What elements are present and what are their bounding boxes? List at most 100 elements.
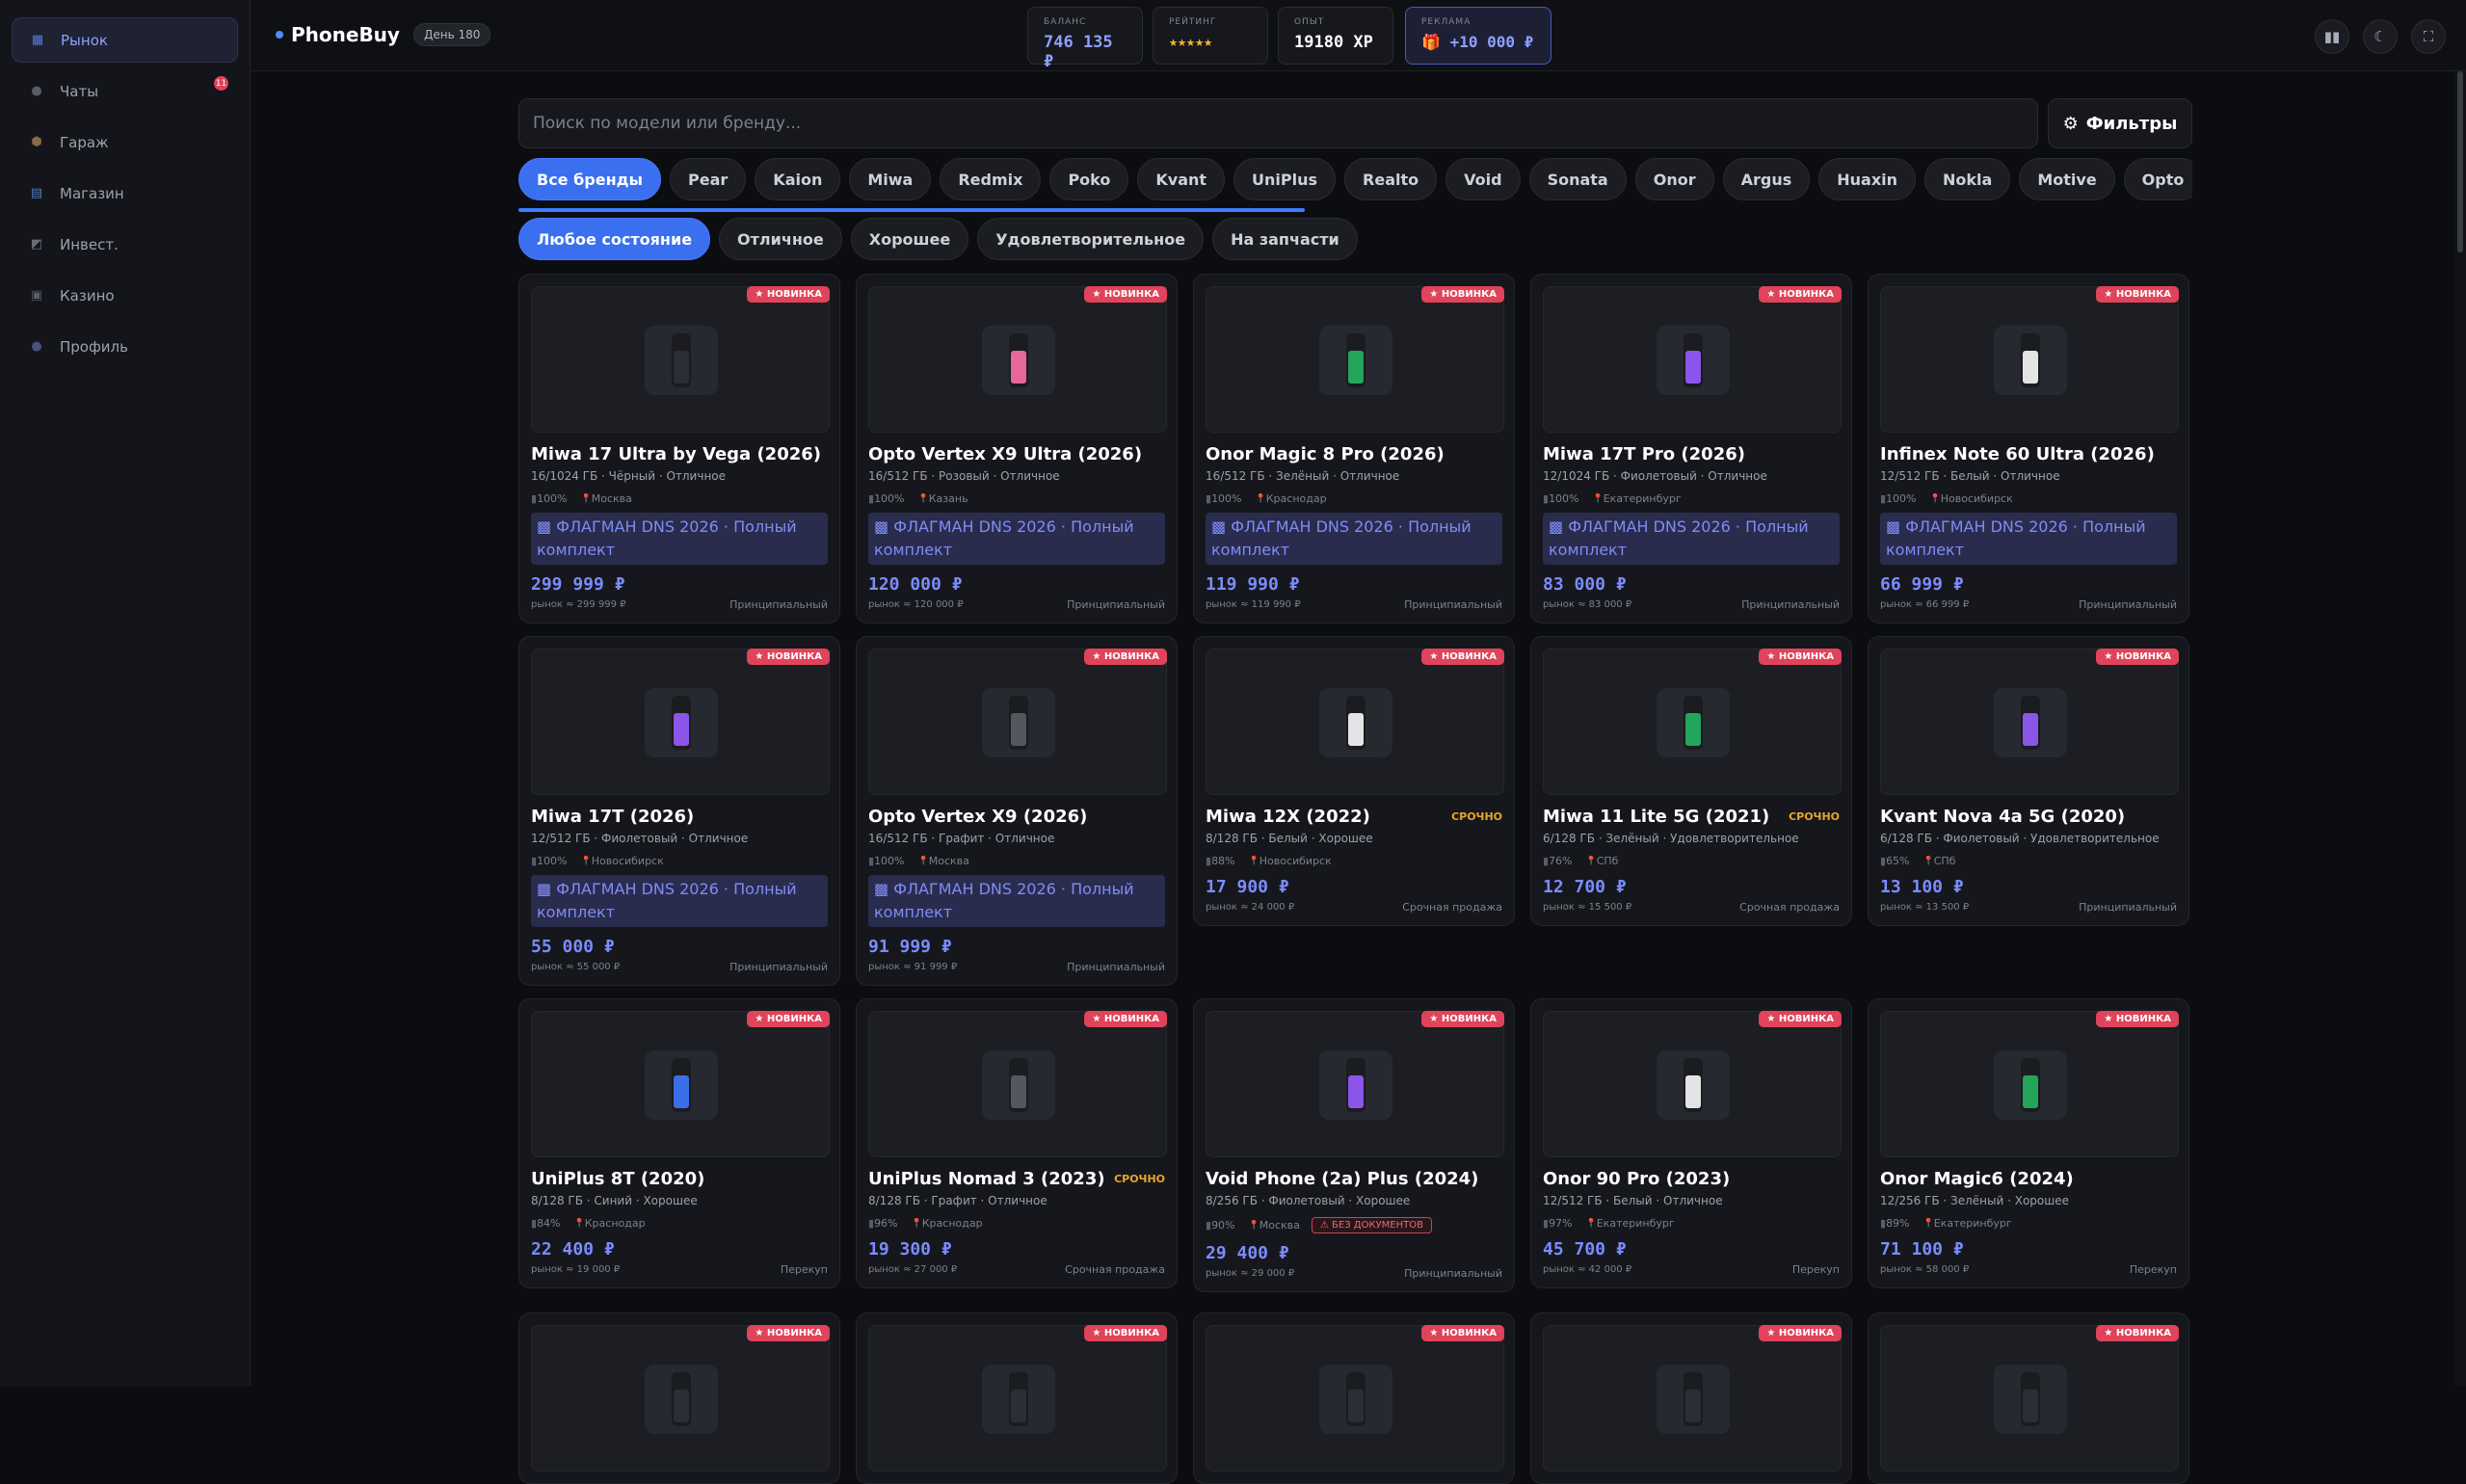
- battery-value: 100%: [537, 855, 568, 867]
- sidebar-item-3[interactable]: ▤ Магазин: [12, 171, 238, 216]
- sidebar-item-6[interactable]: ● Профиль: [12, 324, 238, 369]
- brand-chip-10[interactable]: Sonata: [1528, 158, 1627, 200]
- gift-icon: 🎁: [1421, 33, 1441, 51]
- listing-card[interactable]: ★ НОВИНКА Onor 90 Pro (2023) 12/512 ГБ · Б…: [1530, 998, 1852, 1288]
- listing-card[interactable]: ★ НОВИНКА Miwa 17 Ultra by Vega (2026) 16/…: [518, 274, 840, 623]
- brand-scroll-indicator[interactable]: [518, 208, 1305, 212]
- footer-row: рынок ≈ 299 999 ₽ Принципиальный: [531, 598, 828, 611]
- listing-card[interactable]: ★ НОВИНКА Opto Vertex X9 Ultra (2026) 16/5…: [856, 274, 1178, 623]
- listing-card[interactable]: ★ НОВИНКА: [1868, 1312, 2189, 1484]
- condition-chip-3[interactable]: Удовлетворительное: [977, 218, 1205, 260]
- listing-image[interactable]: ★ НОВИНКА: [531, 1011, 830, 1157]
- listing-image[interactable]: ★ НОВИНКА: [1880, 1325, 2179, 1471]
- condition-chip-0[interactable]: Любое состояние: [518, 218, 711, 260]
- stats-icon[interactable]: ▮▮: [2315, 19, 2349, 54]
- listing-card[interactable]: ★ НОВИНКА Miwa 11 Lite 5G (2021) СРОЧНО 6/1…: [1530, 636, 1852, 926]
- listing-image[interactable]: ★ НОВИНКА: [1206, 1325, 1504, 1471]
- condition-chip-1[interactable]: Отличное: [719, 218, 842, 260]
- listing-card[interactable]: ★ НОВИНКА: [1193, 1312, 1515, 1484]
- listing-image[interactable]: ★ НОВИНКА: [1543, 1325, 1842, 1471]
- listing-image[interactable]: ★ НОВИНКА: [868, 286, 1167, 433]
- search-input[interactable]: [518, 98, 2038, 148]
- fullscreen-icon[interactable]: ⛶: [2411, 19, 2446, 54]
- footer-row: рынок ≈ 55 000 ₽ Принципиальный: [531, 961, 828, 973]
- condition-chip-2[interactable]: Хорошее: [850, 218, 969, 260]
- listing-card[interactable]: ★ НОВИНКА Void Phone (2a) Plus (2024) 8/25…: [1193, 998, 1515, 1292]
- brand-chip-15[interactable]: Motive: [2019, 158, 2115, 200]
- theme-moon-icon[interactable]: ☾: [2363, 19, 2398, 54]
- brand-chip-12[interactable]: Argus: [1722, 158, 1811, 200]
- listing-image[interactable]: ★ НОВИНКА: [1880, 1011, 2179, 1157]
- sidebar-item-2[interactable]: ⬢ Гараж: [12, 119, 238, 165]
- brand-chip-13[interactable]: Huaxin: [1818, 158, 1917, 200]
- brand-chip-2[interactable]: Kaion: [755, 158, 841, 200]
- listing-specs: 6/128 ГБ · Зелёный · Удовлетворительное: [1543, 832, 1799, 845]
- listing-card[interactable]: ★ НОВИНКА UniPlus Nomad 3 (2023) СРОЧНО 8/1…: [856, 998, 1178, 1288]
- rating-stat[interactable]: РЕЙТИНГ ★★★★★: [1153, 7, 1268, 65]
- listing-card[interactable]: ★ НОВИНКА Miwa 17T Pro (2026) 12/1024 ГБ ·…: [1530, 274, 1852, 623]
- listing-specs: 8/128 ГБ · Графит · Отличное: [868, 1194, 1047, 1207]
- listing-image[interactable]: ★ НОВИНКА: [868, 1325, 1167, 1471]
- listing-card[interactable]: ★ НОВИНКА Miwa 12X (2022) СРОЧНО 8/128 ГБ ·…: [1193, 636, 1515, 926]
- listing-image[interactable]: ★ НОВИНКА: [1543, 1011, 1842, 1157]
- market-price: рынок ≈ 120 000 ₽: [868, 599, 964, 610]
- listing-image[interactable]: ★ НОВИНКА: [1880, 649, 2179, 795]
- xp-stat[interactable]: ОПЫТ 19180 XP: [1278, 7, 1393, 65]
- sidebar-item-5[interactable]: ▣ Казино: [12, 273, 238, 318]
- brand-chip-11[interactable]: Onor: [1634, 158, 1714, 200]
- brand-chip-1[interactable]: Pear: [670, 158, 747, 200]
- brand-chip-3[interactable]: Miwa: [849, 158, 932, 200]
- brand-chip-8[interactable]: Realto: [1344, 158, 1438, 200]
- logo[interactable]: PhoneBuy День 180: [276, 23, 491, 46]
- filters-button[interactable]: ⚙ Фильтры: [2048, 98, 2192, 148]
- balance-stat[interactable]: БАЛАНС 746 135 ₽: [1027, 7, 1143, 71]
- listing-image[interactable]: ★ НОВИНКА: [868, 1011, 1167, 1157]
- page-scrollbar[interactable]: [2454, 71, 2466, 1387]
- listing-card[interactable]: ★ НОВИНКА Miwa 17T (2026) 12/512 ГБ · Фиол…: [518, 636, 840, 986]
- brand-chip-4[interactable]: Redmix: [940, 158, 1042, 200]
- listing-card[interactable]: ★ НОВИНКА Infinex Note 60 Ultra (2026) 12/…: [1868, 274, 2189, 623]
- listing-image[interactable]: ★ НОВИНКА: [1206, 286, 1504, 433]
- title-row: UniPlus 8T (2020): [531, 1169, 828, 1189]
- condition-chip-4[interactable]: На запчасти: [1212, 218, 1358, 260]
- listing-meta: ▮ 89% 📍 Екатеринбург: [1880, 1217, 2177, 1230]
- battery-value: 100%: [1549, 492, 1579, 505]
- listing-specs: 8/128 ГБ · Синий · Хорошее: [531, 1194, 698, 1207]
- sidebar-item-1[interactable]: ● Чаты 11: [12, 68, 238, 114]
- listing-price: 55 000 ₽: [531, 937, 615, 957]
- listing-image[interactable]: ★ НОВИНКА: [1543, 286, 1842, 433]
- listing-card[interactable]: ★ НОВИНКА: [518, 1312, 840, 1484]
- scroll-thumb[interactable]: [2457, 71, 2463, 252]
- location-pin-icon: 📍: [917, 493, 929, 504]
- listing-card[interactable]: ★ НОВИНКА Onor Magic6 (2024) 12/256 ГБ · З…: [1868, 998, 2189, 1288]
- listing-image[interactable]: ★ НОВИНКА: [868, 649, 1167, 795]
- listing-image[interactable]: ★ НОВИНКА: [531, 1325, 830, 1471]
- brand-chip-9[interactable]: Void: [1445, 158, 1521, 200]
- listing-card[interactable]: ★ НОВИНКА: [856, 1312, 1178, 1484]
- brand-chip-14[interactable]: Nokla: [1924, 158, 2011, 200]
- seller-type: Принципиальный: [2079, 901, 2177, 914]
- brand-chip-7[interactable]: UniPlus: [1233, 158, 1337, 200]
- brand-filter-row: Все бренды Pear Kaion Miwa Redmix Poko Kvant Un…: [518, 158, 2192, 202]
- listing-card[interactable]: ★ НОВИНКА Opto Vertex X9 (2026) 16/512 ГБ …: [856, 636, 1178, 986]
- listing-card[interactable]: ★ НОВИНКА Kvant Nova 4a 5G (2020) 6/128 ГБ…: [1868, 636, 2189, 926]
- listing-card[interactable]: ★ НОВИНКА Onor Magic 8 Pro (2026) 16/512 Г…: [1193, 274, 1515, 623]
- ad-reward-button[interactable]: РЕКЛАМА 🎁 +10 000 ₽: [1405, 7, 1551, 65]
- listing-image[interactable]: ★ НОВИНКА: [531, 649, 830, 795]
- brand-chip-6[interactable]: Kvant: [1137, 158, 1226, 200]
- listing-card[interactable]: ★ НОВИНКА UniPlus 8T (2020) 8/128 ГБ · Син…: [518, 998, 840, 1288]
- listing-image[interactable]: ★ НОВИНКА: [1543, 649, 1842, 795]
- listing-image[interactable]: ★ НОВИНКА: [1206, 1011, 1504, 1157]
- listing-card[interactable]: ★ НОВИНКА: [1530, 1312, 1852, 1484]
- listing-image[interactable]: ★ НОВИНКА: [531, 286, 830, 433]
- listing-title: UniPlus 8T (2020): [531, 1169, 705, 1189]
- brand-chip-5[interactable]: Poko: [1049, 158, 1129, 200]
- phone-icon: [1684, 696, 1703, 750]
- sidebar-item-0[interactable]: ▦ Рынок: [12, 17, 238, 63]
- brand-chip-0[interactable]: Все бренды: [518, 158, 662, 200]
- new-badge: ★ НОВИНКА: [2096, 1011, 2179, 1027]
- brand-chip-16[interactable]: Opto: [2123, 158, 2192, 200]
- listing-image[interactable]: ★ НОВИНКА: [1206, 649, 1504, 795]
- sidebar-item-4[interactable]: ◩ Инвест.: [12, 222, 238, 267]
- listing-image[interactable]: ★ НОВИНКА: [1880, 286, 2179, 433]
